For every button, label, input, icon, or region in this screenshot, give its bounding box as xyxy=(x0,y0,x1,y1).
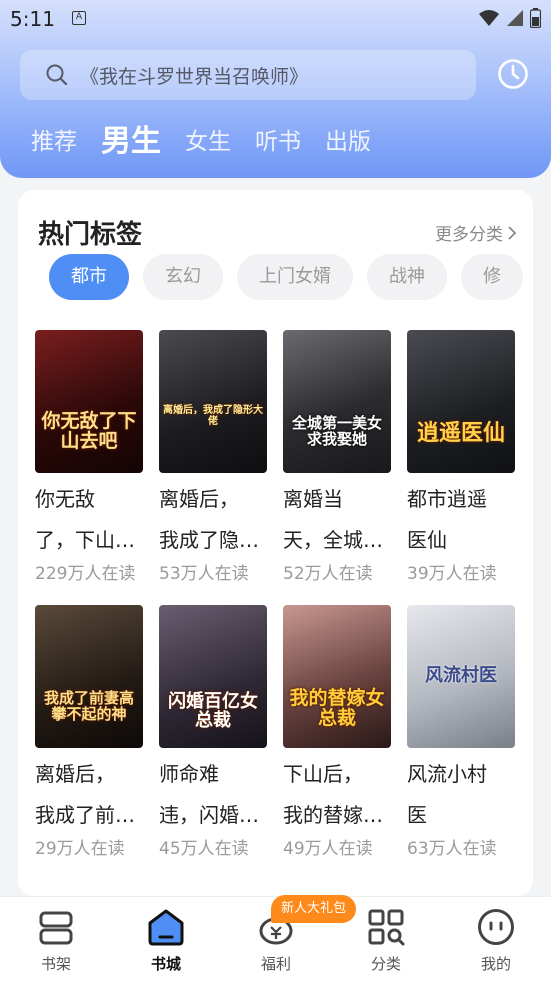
book-title: 风流小村医 xyxy=(407,762,487,827)
status-icons xyxy=(478,8,541,28)
book-card[interactable]: 我成了前妻高攀不起的神 离婚后， 我成了前… 29万人在读 xyxy=(35,605,143,859)
notification-icon: A xyxy=(72,11,86,25)
book-title: 师命难 违，闪婚… xyxy=(159,762,259,827)
book-title: 离婚当 天，全城… xyxy=(283,487,383,552)
chip-cultivation[interactable]: 修 xyxy=(461,254,523,300)
header-banner: 5:11 A 《我在斗罗世界当召唤师》 推荐 男生 女生 听书 出版 xyxy=(0,0,551,178)
hot-tags-card: 热门标签 更多分类 都市 玄幻 上门女婿 战神修 你无敌了下山去吧 你无敌 了，下山… … xyxy=(18,190,533,896)
reader-count: 45万人在读 xyxy=(159,839,249,859)
book-title: 下山后， 我的替嫁… xyxy=(283,762,383,827)
status-bar: 5:11 A xyxy=(0,0,551,38)
search-icon xyxy=(46,64,68,86)
profile-icon xyxy=(478,909,514,945)
book-title: 都市逍遥 医仙 xyxy=(407,487,487,552)
newbie-gift-badge[interactable]: 新人大礼包 xyxy=(271,895,357,923)
more-categories-link[interactable]: 更多分类 xyxy=(435,220,517,245)
book-title: 离婚后， 我成了前… xyxy=(35,762,135,827)
section-title: 热门标签 xyxy=(38,220,143,250)
bookstore-icon xyxy=(148,909,184,946)
book-card[interactable]: 逍遥医仙 都市逍遥 医仙 39万人在读 xyxy=(407,330,515,584)
reader-count: 39万人在读 xyxy=(407,564,497,584)
chevron-right-icon xyxy=(508,225,517,240)
book-cover: 离婚后，我成了隐形大佬 xyxy=(159,330,267,473)
nav-category[interactable]: 分类 xyxy=(346,907,426,974)
book-cover: 全城第一美女求我娶她 xyxy=(283,330,391,473)
book-cover: 闪婚百亿女总裁 xyxy=(159,605,267,748)
cover-title: 闪婚百亿女总裁 xyxy=(168,691,258,731)
tab-recommend[interactable]: 推荐 xyxy=(31,118,77,166)
chip-urban[interactable]: 都市 xyxy=(49,254,129,300)
nav-bookstore[interactable]: 书城 xyxy=(126,907,206,974)
book-title: 你无敌 了，下山… xyxy=(35,487,135,552)
battery-icon xyxy=(530,8,541,28)
book-title: 离婚后， 我成了隐… xyxy=(159,487,259,552)
signal-icon xyxy=(507,10,523,26)
nav-bookshelf[interactable]: 书架 xyxy=(16,907,96,974)
book-cover: 你无敌了下山去吧 xyxy=(35,330,143,473)
chip-son-in-law[interactable]: 上门女婿 xyxy=(237,254,353,300)
reader-count: 63万人在读 xyxy=(407,839,497,859)
chip-fantasy[interactable]: 玄幻 xyxy=(143,254,223,300)
book-cover: 我的替嫁女总裁 xyxy=(283,605,391,748)
nav-profile[interactable]: 我的 xyxy=(456,907,536,974)
reader-count: 29万人在读 xyxy=(35,839,125,859)
book-cover: 我成了前妻高攀不起的神 xyxy=(35,605,143,748)
reader-count: 52万人在读 xyxy=(283,564,373,584)
history-clock-icon[interactable] xyxy=(497,58,529,90)
nav-label: 书架 xyxy=(40,955,71,973)
nav-label: 福利 xyxy=(260,955,291,973)
book-card[interactable]: 风流村医 风流小村医 63万人在读 xyxy=(407,605,515,859)
cover-title: 离婚后，我成了隐形大佬 xyxy=(163,405,263,427)
search-input[interactable]: 《我在斗罗世界当召唤师》 xyxy=(20,50,476,100)
reader-count: 229万人在读 xyxy=(35,564,136,584)
cover-title: 你无敌了下山去吧 xyxy=(41,410,137,452)
bookshelf-icon xyxy=(39,911,73,945)
status-time: 5:11 xyxy=(10,7,55,31)
book-card[interactable]: 闪婚百亿女总裁 师命难 违，闪婚… 45万人在读 xyxy=(159,605,267,859)
reader-count: 53万人在读 xyxy=(159,564,249,584)
cover-title: 全城第一美女求我娶她 xyxy=(291,414,382,448)
reader-count: 49万人在读 xyxy=(283,839,373,859)
category-tabs: 推荐 男生 女生 听书 出版 xyxy=(31,118,395,166)
book-card[interactable]: 离婚后，我成了隐形大佬 离婚后， 我成了隐… 53万人在读 xyxy=(159,330,267,584)
cover-title: 风流村医 xyxy=(425,665,497,686)
nav-label: 我的 xyxy=(480,955,511,973)
book-cover: 逍遥医仙 xyxy=(407,330,515,473)
search-placeholder: 《我在斗罗世界当召唤师》 xyxy=(80,66,309,88)
category-icon xyxy=(368,909,405,946)
book-card[interactable]: 我的替嫁女总裁 下山后， 我的替嫁… 49万人在读 xyxy=(283,605,391,859)
cover-title: 我成了前妻高攀不起的神 xyxy=(43,689,134,723)
more-categories-label: 更多分类 xyxy=(435,225,503,245)
cover-title: 逍遥医仙 xyxy=(416,421,505,446)
tag-chips: 都市 玄幻 上门女婿 战神修 xyxy=(49,254,533,300)
tab-audiobook[interactable]: 听书 xyxy=(255,118,301,166)
book-card[interactable]: 全城第一美女求我娶她 离婚当 天，全城… 52万人在读 xyxy=(283,330,391,584)
tab-male[interactable]: 男生 xyxy=(101,118,161,166)
nav-label: 书城 xyxy=(150,955,181,973)
book-cover: 风流村医 xyxy=(407,605,515,748)
cover-title: 我的替嫁女总裁 xyxy=(289,687,385,729)
tab-published[interactable]: 出版 xyxy=(325,118,371,166)
chip-war-god[interactable]: 战神 xyxy=(367,254,447,300)
wifi-icon xyxy=(479,10,499,26)
tab-female[interactable]: 女生 xyxy=(185,118,231,166)
book-card[interactable]: 你无敌了下山去吧 你无敌 了，下山… 229万人在读 xyxy=(35,330,143,584)
nav-label: 分类 xyxy=(370,955,401,973)
